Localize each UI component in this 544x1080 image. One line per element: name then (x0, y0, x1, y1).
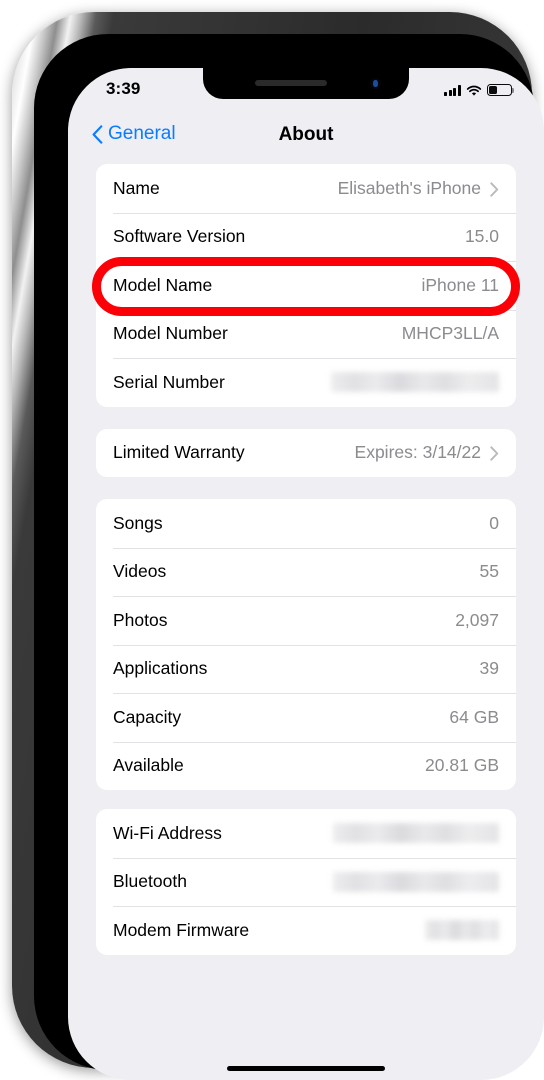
row-value: 2,097 (455, 609, 499, 630)
notch (203, 68, 409, 99)
front-camera-icon (370, 78, 381, 89)
row-value: Elisabeth's iPhone (337, 177, 481, 198)
settings-group-storage: Songs 0 Videos 55 Photos 2,097 Applications 39 C… (96, 499, 516, 790)
settings-group-device-info: Name Elisabeth's iPhone Software Version 15… (96, 164, 516, 407)
row-value: Expires: 3/14/22 (354, 442, 481, 463)
settings-row: Bluetooth (96, 857, 516, 907)
settings-row: Wi-Fi Address (96, 809, 516, 858)
row-label: Name (113, 177, 160, 198)
settings-row: Modem Firmware (96, 906, 516, 955)
settings-row: Model Number MHCP3LL/A (96, 309, 516, 359)
settings-row: Capacity 64 GB (96, 693, 516, 742)
row-value: 39 (479, 658, 499, 679)
battery-icon (487, 84, 515, 96)
settings-row: Videos 55 (96, 547, 516, 597)
settings-row: Photos 2,097 (96, 596, 516, 645)
row-label: Photos (113, 609, 168, 630)
phone-outer-frame: 3:39 General About Name Elisabeth's iPho… (12, 12, 544, 1080)
redacted-value (425, 920, 499, 941)
row-value: 15.0 (464, 226, 499, 247)
row-value: 55 (479, 561, 499, 582)
settings-row: Serial Number (96, 358, 516, 407)
row-label: Wi-Fi Address (113, 822, 222, 843)
settings-row: Songs 0 (96, 499, 516, 548)
redacted-value (333, 871, 499, 892)
row-label: Capacity (113, 706, 182, 727)
status-time: 3:39 (106, 79, 141, 98)
row-label: Serial Number (113, 371, 225, 392)
row-label: Modem Firmware (113, 919, 250, 940)
phone-bezel: 3:39 General About Name Elisabeth's iPho… (34, 34, 544, 1080)
row-value: 64 GB (449, 706, 499, 727)
row-label: Bluetooth (113, 871, 187, 892)
settings-group-warranty: Limited Warranty Expires: 3/14/22 (96, 428, 516, 478)
settings-list: Name Elisabeth's iPhone Software Version 15… (68, 164, 544, 1080)
row-label: Applications (113, 658, 208, 679)
row-value: iPhone 11 (421, 274, 499, 295)
row-value: 20.81 GB (425, 755, 499, 776)
phone-screen: 3:39 General About Name Elisabeth's iPho… (68, 68, 544, 1080)
redacted-value (333, 823, 499, 844)
row-label: Songs (113, 512, 163, 533)
chevron-right-icon (490, 446, 499, 461)
settings-row: Software Version 15.0 (96, 212, 516, 262)
row-label: Limited Warranty (113, 442, 245, 463)
speaker-grille-icon (255, 80, 327, 86)
settings-row[interactable]: Name Elisabeth's iPhone (96, 164, 516, 213)
row-label: Software Version (113, 226, 246, 247)
settings-row: Model Name iPhone 11 (96, 261, 516, 310)
page-title: About (278, 124, 334, 145)
row-value: 0 (489, 512, 499, 533)
navigation-bar: General About (68, 112, 544, 164)
settings-group-network: Wi-Fi Address Bluetooth Modem Firmware (96, 809, 516, 955)
row-value: MHCP3LL/A (401, 323, 499, 344)
row-label: Videos (113, 561, 167, 582)
cellular-signal-icon (444, 85, 461, 96)
chevron-right-icon (490, 182, 499, 197)
wifi-icon (466, 84, 482, 96)
settings-row: Applications 39 (96, 644, 516, 694)
settings-row: Available 20.81 GB (96, 741, 516, 791)
row-label: Model Number (113, 323, 228, 344)
home-indicator[interactable] (227, 1065, 385, 1071)
row-label: Available (113, 755, 184, 776)
status-icons (444, 82, 515, 96)
redacted-value (331, 372, 499, 393)
row-label: Model Name (113, 274, 213, 295)
settings-row[interactable]: Limited Warranty Expires: 3/14/22 (96, 429, 516, 478)
